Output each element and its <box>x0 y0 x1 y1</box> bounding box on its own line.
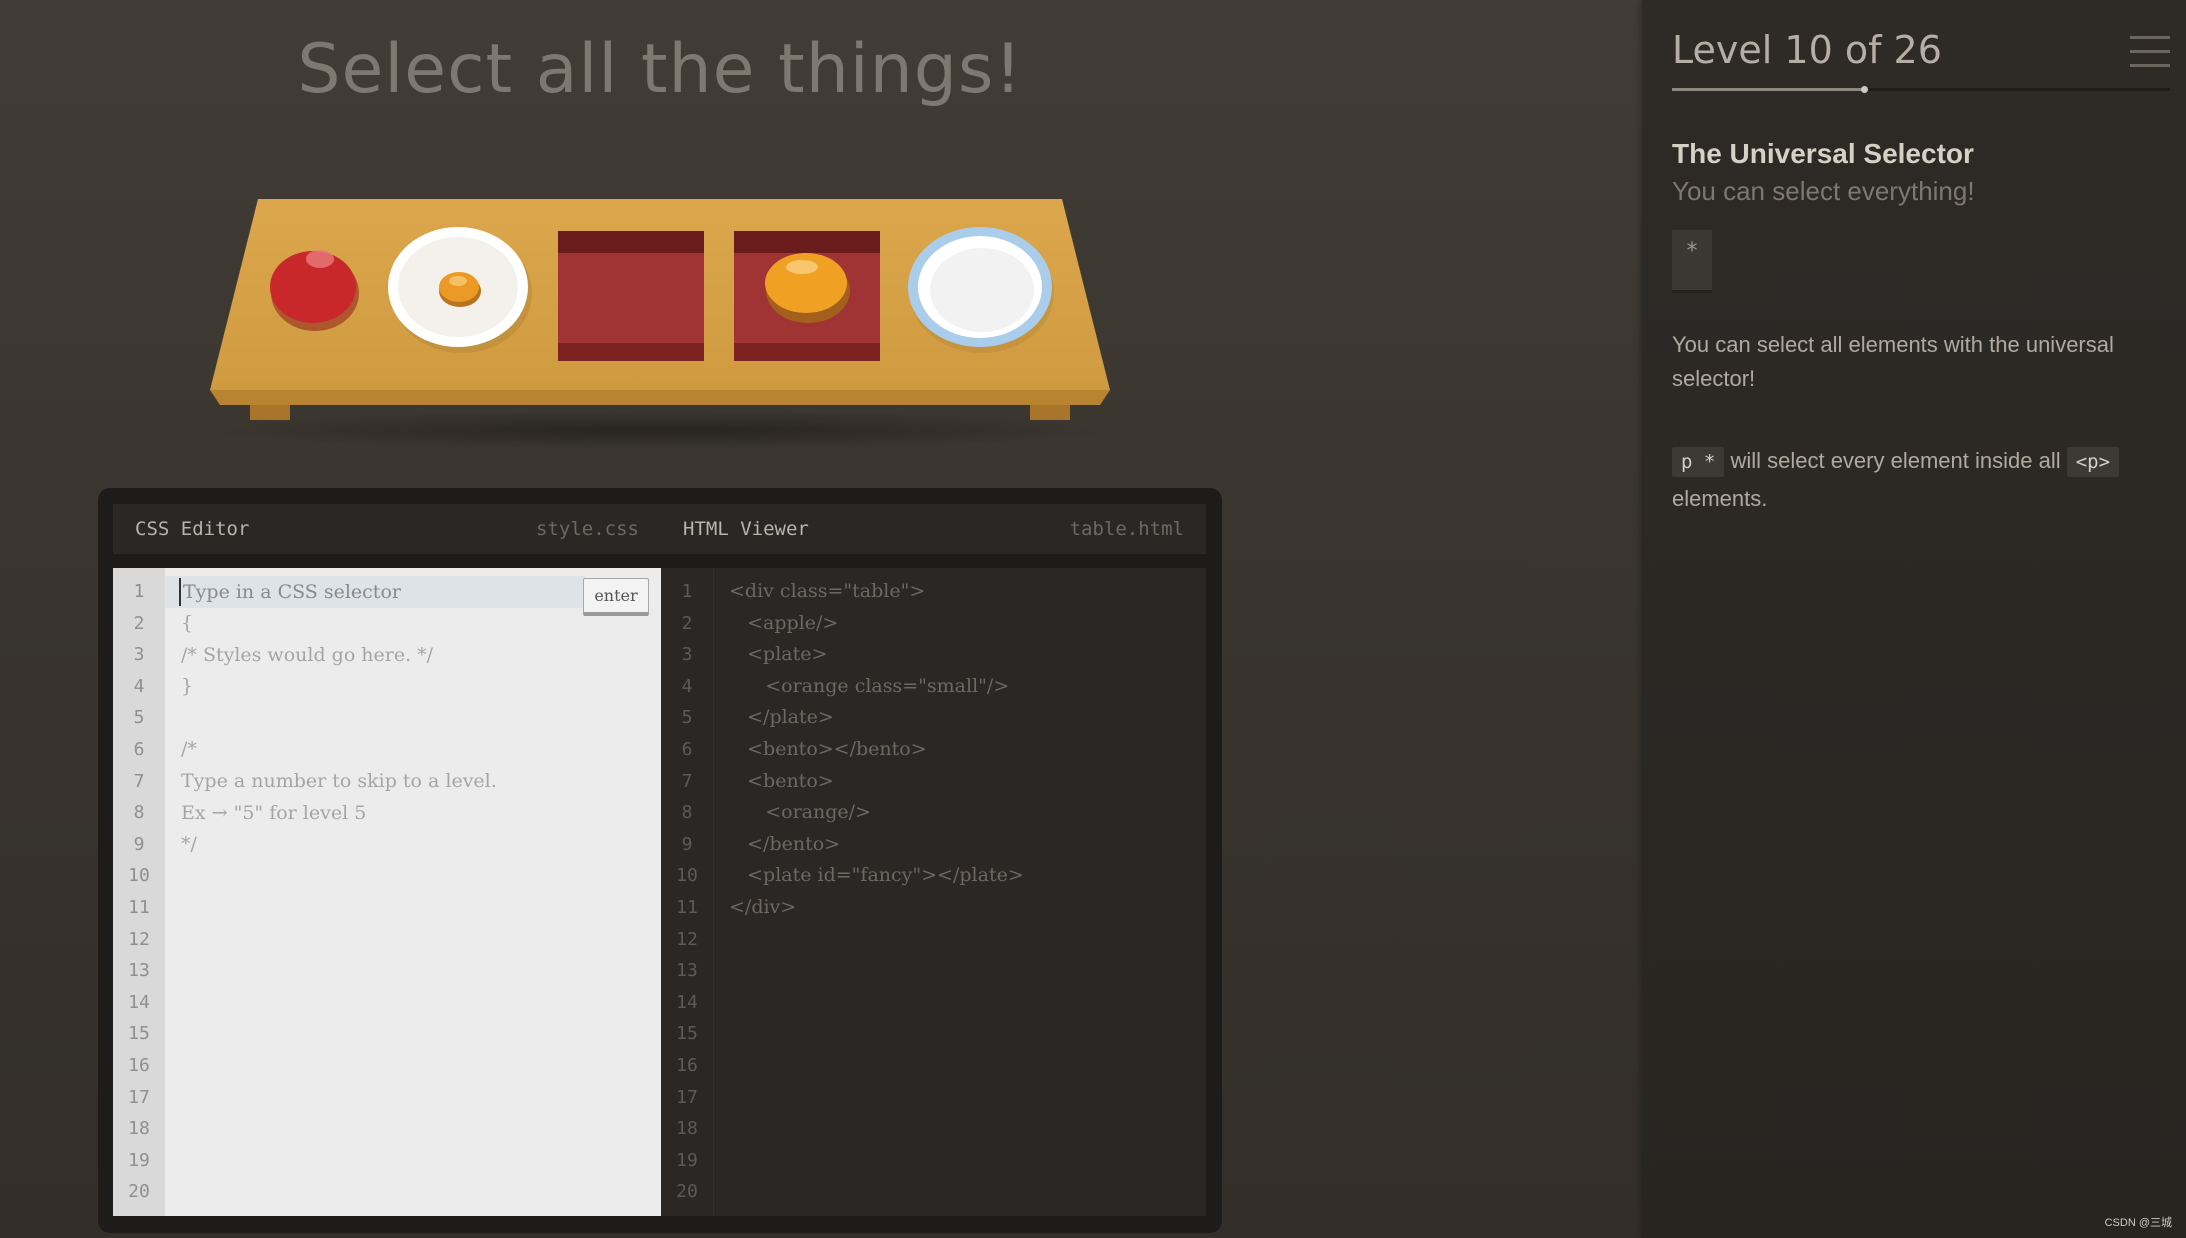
html-code-line[interactable]: <apple/> <box>729 608 1196 640</box>
selector-syntax: * <box>1672 230 1712 293</box>
html-line-number: 8 <box>681 802 693 824</box>
css-selector-input[interactable] <box>179 578 563 606</box>
html-line-number: 16 <box>676 1054 698 1076</box>
css-line-number: 7 <box>133 770 145 792</box>
fancy-plate[interactable] <box>908 227 1054 353</box>
html-line-numbers: 1 2 3 4 5 6 7 8 9 10 11 12 13 14 15 16 17 18 19 20 <box>661 568 714 1216</box>
css-line-number: 5 <box>133 707 145 729</box>
css-filename: style.css <box>536 518 639 540</box>
css-line-numbers: 1 2 3 4 5 6 7 8 9 10 11 12 13 14 15 16 17 18 19 20 <box>113 568 165 1216</box>
css-line-number: 1 <box>133 581 145 602</box>
html-viewer-title: HTML Viewer <box>683 518 809 540</box>
html-line-number: 6 <box>681 738 693 760</box>
page-title: Select all the things! <box>297 30 1023 109</box>
bento-with-orange[interactable] <box>734 231 880 361</box>
css-code-line: { <box>181 612 194 634</box>
bento[interactable] <box>558 231 704 361</box>
css-code-line: Ex → "5" for level 5 <box>181 801 367 824</box>
css-code: { /* Styles would go here. */ } /* Type … <box>181 608 651 861</box>
html-code-line[interactable]: <orange class="small"/> <box>729 671 1196 703</box>
css-line-number: 2 <box>133 612 145 634</box>
table-edge <box>210 390 1110 405</box>
css-line-number: 10 <box>128 865 150 887</box>
css-line-number: 19 <box>128 1149 150 1171</box>
html-line-number: 19 <box>676 1149 698 1171</box>
html-line-number: 10 <box>676 865 698 887</box>
css-code-line: Type a number to skip to a level. <box>181 769 497 792</box>
css-line-number: 17 <box>128 1086 150 1108</box>
level-progress-marker <box>1860 86 1868 93</box>
level-sidebar: Level 10 of 26 The Universal Selector Yo… <box>1642 0 2186 1238</box>
css-code-line <box>181 703 651 735</box>
selector-description: You can select all elements with the uni… <box>1672 332 2114 391</box>
example-text: will select every element inside all <box>1730 448 2061 473</box>
css-code-line: /* <box>181 738 197 761</box>
css-editor-header: CSS Editor style.css <box>113 504 661 554</box>
html-line-number: 2 <box>681 612 693 634</box>
css-line-number: 11 <box>128 896 150 918</box>
html-line-number: 7 <box>681 770 693 792</box>
html-line-number: 12 <box>676 928 698 950</box>
html-line-number: 5 <box>681 707 693 729</box>
html-filename: table.html <box>1069 518 1184 540</box>
css-code-line: } <box>181 675 194 698</box>
css-line-number: 8 <box>133 802 145 824</box>
html-line-number: 20 <box>676 1181 698 1203</box>
html-line-number: 9 <box>681 833 693 855</box>
html-viewer-header: HTML Viewer table.html <box>661 504 1206 554</box>
css-editor-title: CSS Editor <box>135 518 250 540</box>
css-line-number: 13 <box>128 960 150 982</box>
example-code: p * <box>1672 447 1725 477</box>
css-line-number: 20 <box>128 1181 150 1203</box>
css-code-line: /* Styles would go here. */ <box>181 643 434 666</box>
html-line-number: 14 <box>676 991 698 1013</box>
html-line-number: 11 <box>676 896 698 918</box>
css-line-number: 14 <box>128 991 150 1013</box>
css-code-line: */ <box>181 833 197 856</box>
html-code: <div class="table"> <apple/> <plate> <or… <box>729 576 1196 924</box>
html-code-line[interactable]: </bento> <box>729 829 1196 861</box>
example-text-end: elements. <box>1672 486 1768 511</box>
css-line-number: 15 <box>128 1023 150 1045</box>
level-progress-fill <box>1672 88 1864 91</box>
html-line-number: 3 <box>681 644 693 666</box>
level-indicator: Level 10 of 26 <box>1672 28 1942 72</box>
html-line-number: 17 <box>676 1086 698 1108</box>
table <box>200 195 1120 455</box>
html-line-number: 1 <box>681 581 693 602</box>
css-line-number: 4 <box>133 675 145 697</box>
html-code-line[interactable]: <bento> <box>729 766 1196 798</box>
game-area: Select all the things! CSS Editor style.… <box>0 0 1642 1238</box>
css-line-number: 9 <box>133 833 145 855</box>
watermark: CSDN @三城 <box>2104 1217 2172 1229</box>
html-code-line[interactable]: </plate> <box>729 702 1196 734</box>
html-line-number: 4 <box>681 675 693 697</box>
html-code-line[interactable]: <plate id="fancy"></plate> <box>729 860 1196 892</box>
css-line-number: 16 <box>128 1054 150 1076</box>
menu-icon[interactable] <box>2130 36 2170 68</box>
html-code-line[interactable]: <div class="table"> <box>729 576 1196 608</box>
css-line-number: 6 <box>133 738 145 760</box>
css-line-number: 12 <box>128 928 150 950</box>
html-code-line[interactable]: </div> <box>729 892 1196 924</box>
html-line-number: 18 <box>676 1118 698 1140</box>
css-line-number: 3 <box>133 644 145 666</box>
html-code-line[interactable]: <bento></bento> <box>729 734 1196 766</box>
html-line-number: 15 <box>676 1023 698 1045</box>
selector-name: The Universal Selector <box>1672 138 1974 169</box>
css-line-number: 18 <box>128 1118 150 1140</box>
html-code-line[interactable]: <orange/> <box>729 797 1196 829</box>
editor-panel: CSS Editor style.css HTML Viewer table.h… <box>98 488 1222 1233</box>
example-tag: <p> <box>2066 447 2120 477</box>
css-editor: 1234567891011121314151617181920 enter { … <box>113 568 661 1216</box>
level-progress <box>1672 86 2170 93</box>
selector-example: p * will select every element inside all… <box>1672 442 2172 518</box>
table-illustration <box>210 199 1110 420</box>
html-code-line[interactable]: <plate> <box>729 639 1196 671</box>
html-line-number: 13 <box>676 960 698 982</box>
html-viewer: 1 2 3 4 5 6 7 8 9 10 11 12 13 14 15 16 17 18 19 20 <div cla… <box>661 568 1206 1216</box>
selector-subtitle: You can select everything! <box>1672 176 1975 206</box>
